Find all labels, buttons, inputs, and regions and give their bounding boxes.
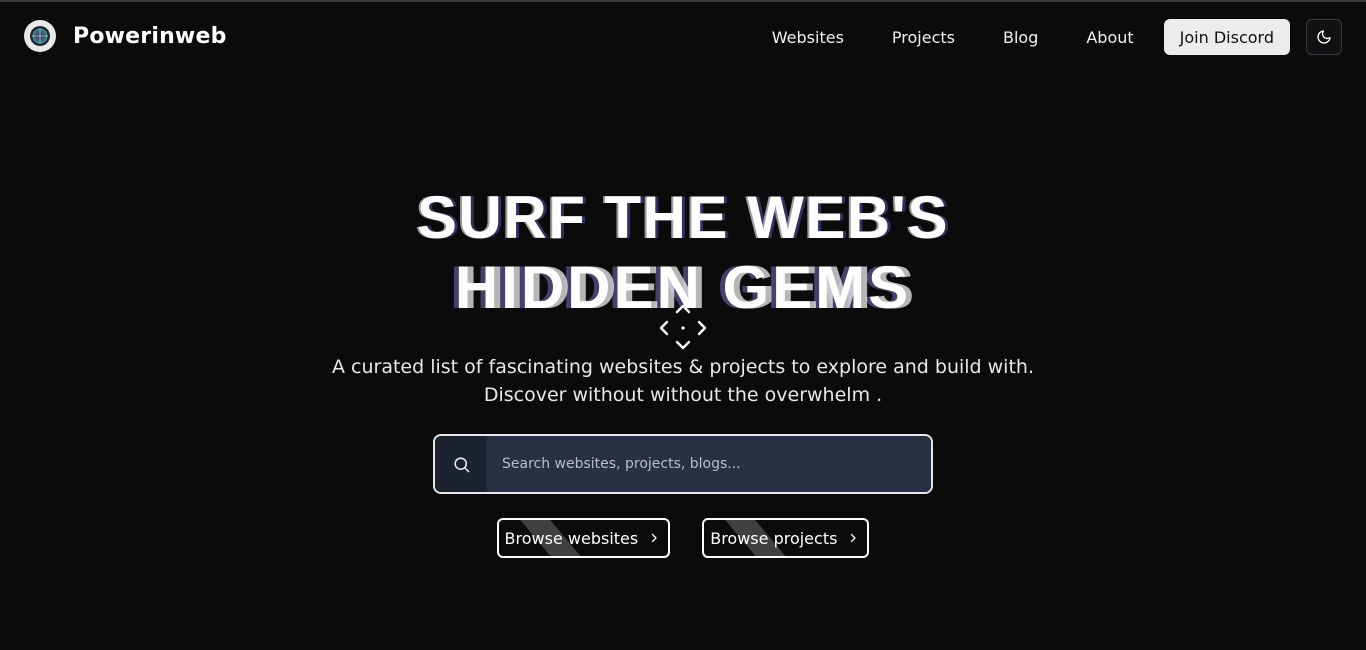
brand-name: Powerinweb: [73, 23, 227, 49]
nav-link-blog[interactable]: Blog: [1003, 20, 1038, 55]
subtitle-line-2: Discover without without the overwhelm .: [483, 384, 883, 406]
search-icon[interactable]: [435, 436, 487, 492]
join-discord-button[interactable]: Join Discord: [1163, 19, 1290, 55]
chevron-right-icon: [648, 532, 660, 544]
moon-icon: [1317, 30, 1331, 44]
brand[interactable]: Powerinweb: [24, 20, 227, 52]
chevron-right-icon: [847, 532, 859, 544]
theme-toggle-button[interactable]: [1306, 19, 1342, 55]
globe-logo-icon: [24, 20, 56, 52]
site-header: Powerinweb Websites Projects Blog About …: [0, 2, 1366, 72]
browse-websites-label: Browse websites: [504, 528, 639, 548]
browse-projects-label: Browse projects: [710, 528, 838, 548]
move-cursor-icon: [657, 302, 709, 354]
nav-link-about[interactable]: About: [1086, 20, 1133, 55]
search-input[interactable]: [487, 436, 931, 492]
hero-subtitle: A curated list of fascinating websites &…: [0, 353, 1366, 409]
nav-link-websites[interactable]: Websites: [772, 20, 844, 55]
search-bar: [433, 434, 933, 494]
main-nav: Websites Projects Blog About Join Discor…: [772, 19, 1342, 55]
browse-websites-button[interactable]: Browse websites: [496, 518, 671, 558]
nav-link-projects[interactable]: Projects: [892, 20, 955, 55]
browse-actions: Browse websites Browse projects: [0, 518, 1366, 558]
browse-projects-button[interactable]: Browse projects: [702, 518, 870, 558]
subtitle-line-1: A curated list of fascinating websites &…: [331, 356, 1034, 378]
headline-line-1: SURF THE WEB'S: [417, 184, 949, 251]
